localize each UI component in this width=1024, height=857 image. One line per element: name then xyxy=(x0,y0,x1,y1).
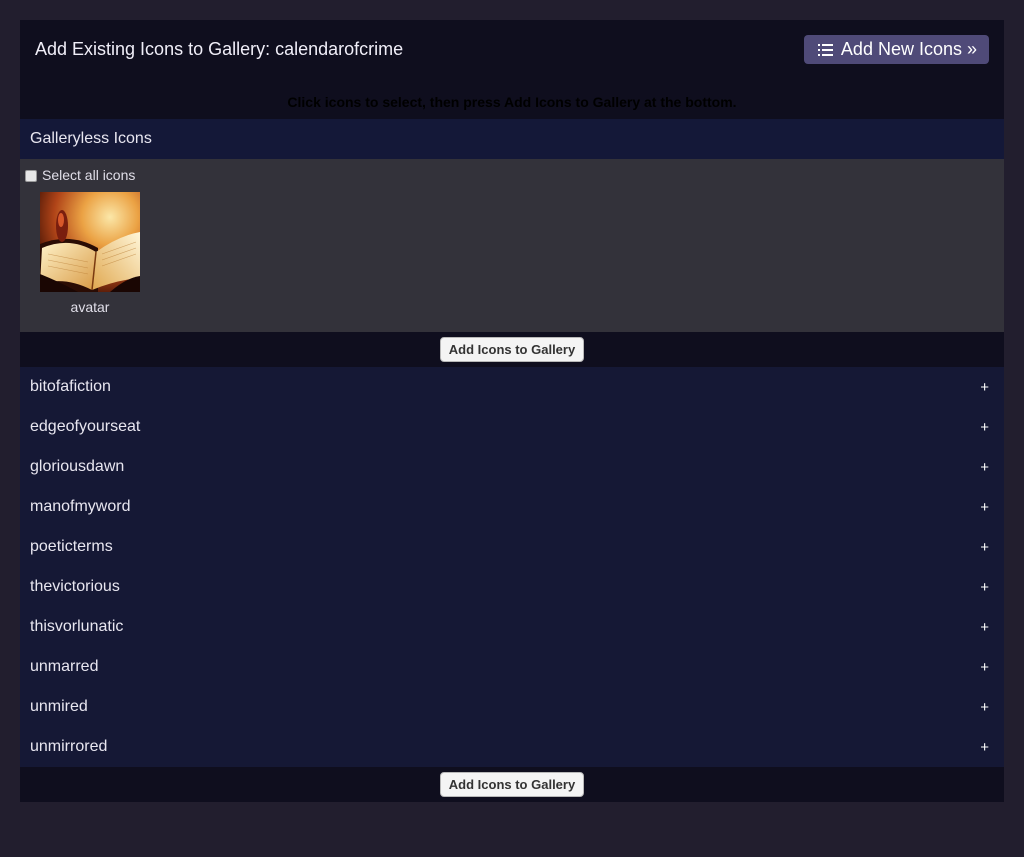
page-title: Add Existing Icons to Gallery: calendaro… xyxy=(35,39,404,59)
gallery-row-unmirrored[interactable]: unmirrored + xyxy=(20,727,1004,767)
panel-header: Add Existing Icons to Gallery: calendaro… xyxy=(20,20,1004,82)
add-icons-to-gallery-button[interactable]: Add Icons to Gallery xyxy=(439,337,585,362)
expand-icon[interactable]: + xyxy=(980,739,989,756)
button-row-bottom: Add Icons to Gallery xyxy=(20,767,1004,802)
gallery-name: edgeofyourseat xyxy=(30,418,141,435)
galleryless-icons-area: Select all icons avatar xyxy=(20,159,1004,332)
icon-item[interactable]: avatar xyxy=(40,192,140,315)
expand-icon[interactable]: + xyxy=(980,499,989,516)
gallery-name: unmarred xyxy=(30,658,99,675)
add-new-icons-label: Add New Icons » xyxy=(840,39,977,59)
add-icons-to-gallery-button-bottom[interactable]: Add Icons to Gallery xyxy=(439,772,585,797)
gallery-name: gloriousdawn xyxy=(30,458,125,475)
gallery-name: thevictorious xyxy=(30,578,120,595)
expand-icon[interactable]: + xyxy=(980,459,989,476)
gallery-row-unmarred[interactable]: unmarred + xyxy=(20,647,1004,687)
expand-icon[interactable]: + xyxy=(980,379,989,396)
gallery-row-manofmyword[interactable]: manofmyword + xyxy=(20,487,1004,527)
gallery-row-poeticterms[interactable]: poeticterms + xyxy=(20,527,1004,567)
instruction-text: Click icons to select, then press Add Ic… xyxy=(287,93,737,110)
expand-icon[interactable]: + xyxy=(980,659,989,676)
gallery-name: unmirrored xyxy=(30,738,108,755)
expand-icon[interactable]: + xyxy=(980,579,989,596)
gallery-row-thevictorious[interactable]: thevictorious + xyxy=(20,567,1004,607)
select-all-checkbox[interactable] xyxy=(25,169,37,182)
expand-icon[interactable]: + xyxy=(980,419,989,436)
button-row-top: Add Icons to Gallery xyxy=(20,332,1004,367)
add-new-icons-button[interactable]: Add New Icons » xyxy=(803,35,989,64)
gallery-row-unmired[interactable]: unmired + xyxy=(20,687,1004,727)
gallery-name: unmired xyxy=(30,698,88,715)
expand-icon[interactable]: + xyxy=(980,699,989,716)
gallery-row-edgeofyourseat[interactable]: edgeofyourseat + xyxy=(20,407,1004,447)
gallery-name: poeticterms xyxy=(30,538,113,555)
gallery-name: bitofafiction xyxy=(30,378,111,395)
gallery-name: manofmyword xyxy=(30,498,131,515)
select-all-control[interactable]: Select all icons xyxy=(25,167,135,183)
icon-label: avatar xyxy=(70,299,110,315)
expand-icon[interactable]: + xyxy=(980,619,989,636)
gallery-list: bitofafiction + edgeofyourseat + gloriou… xyxy=(20,367,1004,767)
open-book-image[interactable] xyxy=(40,192,140,292)
select-all-label: Select all icons xyxy=(42,167,136,183)
galleryless-section-header: Galleryless Icons xyxy=(20,119,1004,159)
gallery-name: thisvorlunatic xyxy=(30,618,124,635)
gallery-row-bitofafiction[interactable]: bitofafiction + xyxy=(20,367,1004,407)
gallery-row-gloriousdawn[interactable]: gloriousdawn + xyxy=(20,447,1004,487)
list-icon xyxy=(817,43,833,56)
gallery-row-thisvorlunatic[interactable]: thisvorlunatic + xyxy=(20,607,1004,647)
expand-icon[interactable]: + xyxy=(980,539,989,556)
icons-panel: Add Existing Icons to Gallery: calendaro… xyxy=(20,20,1004,802)
